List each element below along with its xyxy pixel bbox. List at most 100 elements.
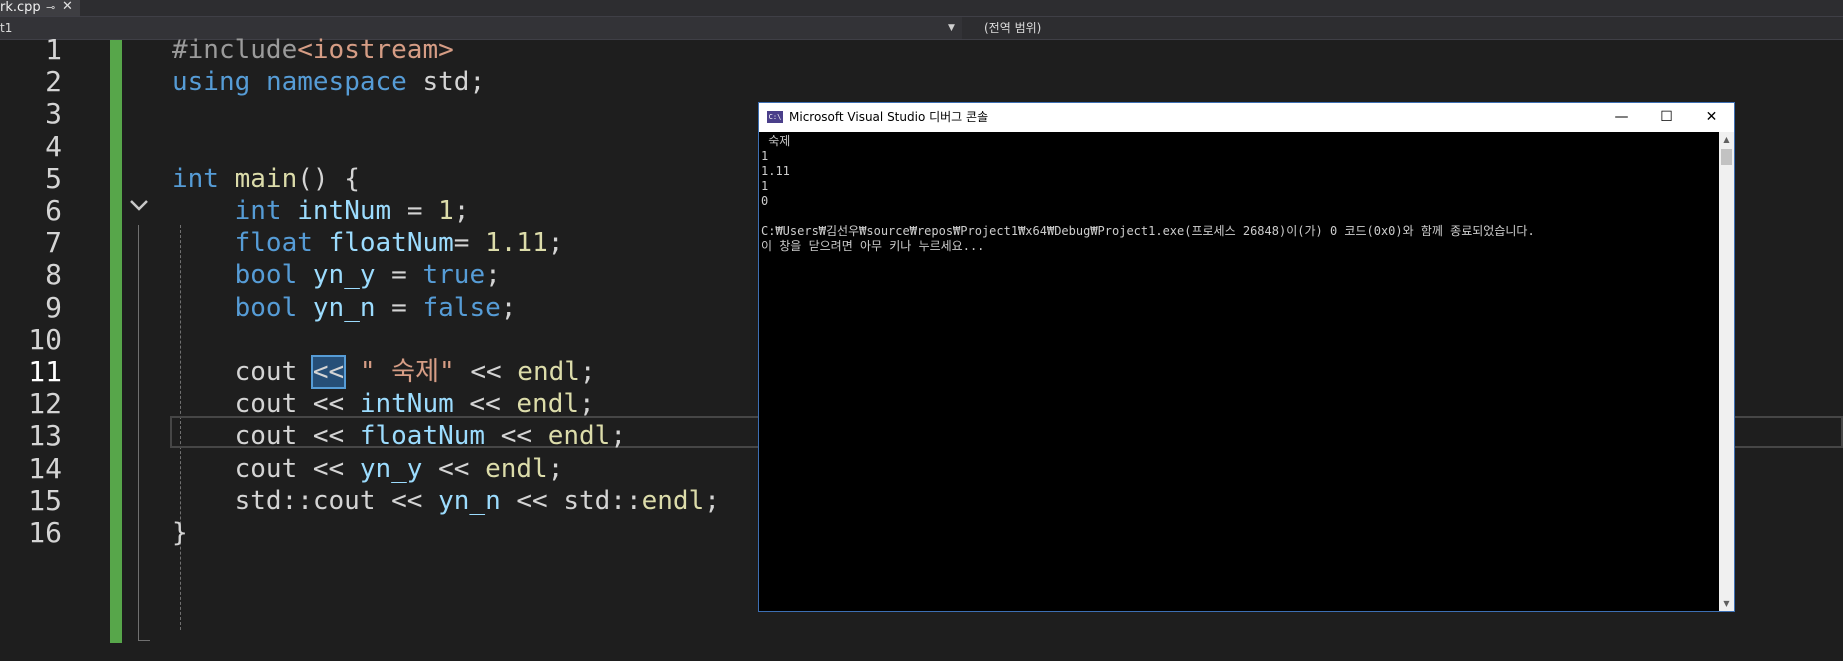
debug-console-window[interactable]: C:\ Microsoft Visual Studio 디버그 콘솔 — ☐ ✕…: [758, 102, 1735, 612]
code-token: =: [453, 228, 486, 259]
line-number: 16: [28, 516, 62, 549]
code-token: floatNum: [359, 421, 486, 452]
code-token: main: [234, 163, 298, 194]
console-titlebar[interactable]: C:\ Microsoft Visual Studio 디버그 콘솔 — ☐ ✕: [759, 103, 1734, 132]
code-token: namespace: [265, 67, 407, 98]
fold-region-line: [138, 225, 139, 641]
code-token: std;: [406, 67, 486, 98]
code-token: yn_n: [312, 292, 376, 323]
code-token: ;: [547, 228, 564, 259]
console-output-line: 1: [761, 179, 769, 193]
console-output-line: 1: [761, 149, 769, 163]
code-token: endl: [641, 485, 705, 516]
code-token: ;: [579, 389, 595, 420]
code-token: ;: [485, 260, 501, 291]
code-token: floatNum: [328, 228, 454, 259]
code-token: float: [234, 228, 313, 259]
console-output-line: C:₩Users₩김선우₩source₩repos₩Project1₩x64₩D…: [761, 224, 1535, 238]
code-line: }: [172, 514, 188, 552]
selected-token: <<: [310, 355, 347, 389]
console-output-line: 1.11: [761, 164, 790, 178]
scope-dropdown[interactable]: (전역 범위): [970, 17, 1843, 39]
maximize-button[interactable]: ☐: [1644, 103, 1689, 132]
code-token: cout: [172, 357, 313, 387]
console-output-line: 이 창을 닫으려면 아무 키나 누르세요...: [761, 239, 985, 253]
fold-region-end: [138, 640, 150, 641]
code-token: =: [375, 260, 423, 291]
code-line: using namespace std;: [172, 63, 485, 101]
code-token: ;: [610, 421, 626, 452]
code-token: 1: [438, 196, 454, 226]
pin-icon[interactable]: ⊸: [46, 0, 55, 15]
code-token: cout <<: [172, 421, 360, 452]
scroll-up-icon[interactable]: ▲: [1719, 132, 1734, 147]
code-token: 1.11: [485, 228, 548, 259]
project-dropdown[interactable]: t1 ▼: [0, 17, 962, 39]
code-token: intNum: [359, 389, 454, 420]
code-token: ;: [500, 292, 517, 323]
code-token: " 숙제": [359, 357, 455, 387]
code-token: int: [234, 196, 282, 226]
console-app-icon: C:\: [767, 111, 783, 123]
console-output-line: 0: [761, 194, 769, 208]
code-token: << std::: [500, 485, 642, 516]
code-token: std::cout <<: [172, 485, 439, 516]
code-token: ;: [453, 196, 470, 226]
console-scrollbar[interactable]: ▲ ▼: [1719, 132, 1734, 611]
close-icon[interactable]: ✕: [62, 0, 73, 14]
code-token: bool: [234, 292, 298, 323]
code-token: bool: [234, 260, 298, 291]
code-token: cout <<: [172, 389, 360, 420]
code-token: endl: [516, 389, 580, 420]
tab-file[interactable]: rk.cpp ⊸ ✕: [0, 0, 80, 16]
code-token: false: [422, 292, 501, 323]
collapse-chevron-icon[interactable]: [128, 194, 150, 216]
code-token: using: [172, 67, 251, 98]
code-token: true: [422, 260, 486, 291]
code-token: =: [391, 196, 439, 226]
console-output-line: 숙제: [761, 134, 791, 148]
close-button[interactable]: ✕: [1689, 103, 1734, 132]
code-token: <iostream>: [297, 35, 454, 65]
minimize-button[interactable]: —: [1599, 103, 1644, 132]
code-token: yn_y: [312, 260, 376, 291]
code-token: =: [375, 292, 423, 323]
code-line: bool yn_n = false;: [172, 289, 517, 327]
change-tracking-bar: [110, 40, 122, 643]
code-token: }: [172, 518, 188, 548]
console-output: 숙제 1 1.11 1 0 C:₩Users₩김선우₩source₩repos₩Proj…: [761, 134, 1716, 609]
scope-dropdown-value: (전역 범위): [984, 21, 1042, 35]
code-token: () {: [297, 163, 360, 194]
code-token: ;: [579, 357, 596, 387]
chevron-down-icon: ▼: [948, 23, 955, 33]
code-token: cout <<: [172, 453, 360, 484]
code-token: <<: [485, 421, 548, 452]
code-token: yn_y: [359, 453, 423, 484]
code-token: <<: [454, 357, 518, 387]
code-token: endl: [485, 453, 548, 484]
code-token: intNum: [297, 196, 392, 226]
code-token: #include: [172, 35, 298, 65]
scroll-down-icon[interactable]: ▼: [1719, 596, 1734, 611]
code-token: <<: [453, 389, 517, 420]
console-title: Microsoft Visual Studio 디버그 콘솔: [789, 110, 989, 124]
code-token: endl: [517, 357, 580, 387]
tab-strip: rk.cpp ⊸ ✕: [0, 0, 1843, 17]
code-token: yn_n: [438, 485, 501, 516]
code-token: ;: [547, 453, 564, 484]
scroll-thumb[interactable]: [1721, 149, 1732, 165]
code-token: endl: [547, 421, 611, 452]
code-token: <<: [422, 453, 486, 484]
